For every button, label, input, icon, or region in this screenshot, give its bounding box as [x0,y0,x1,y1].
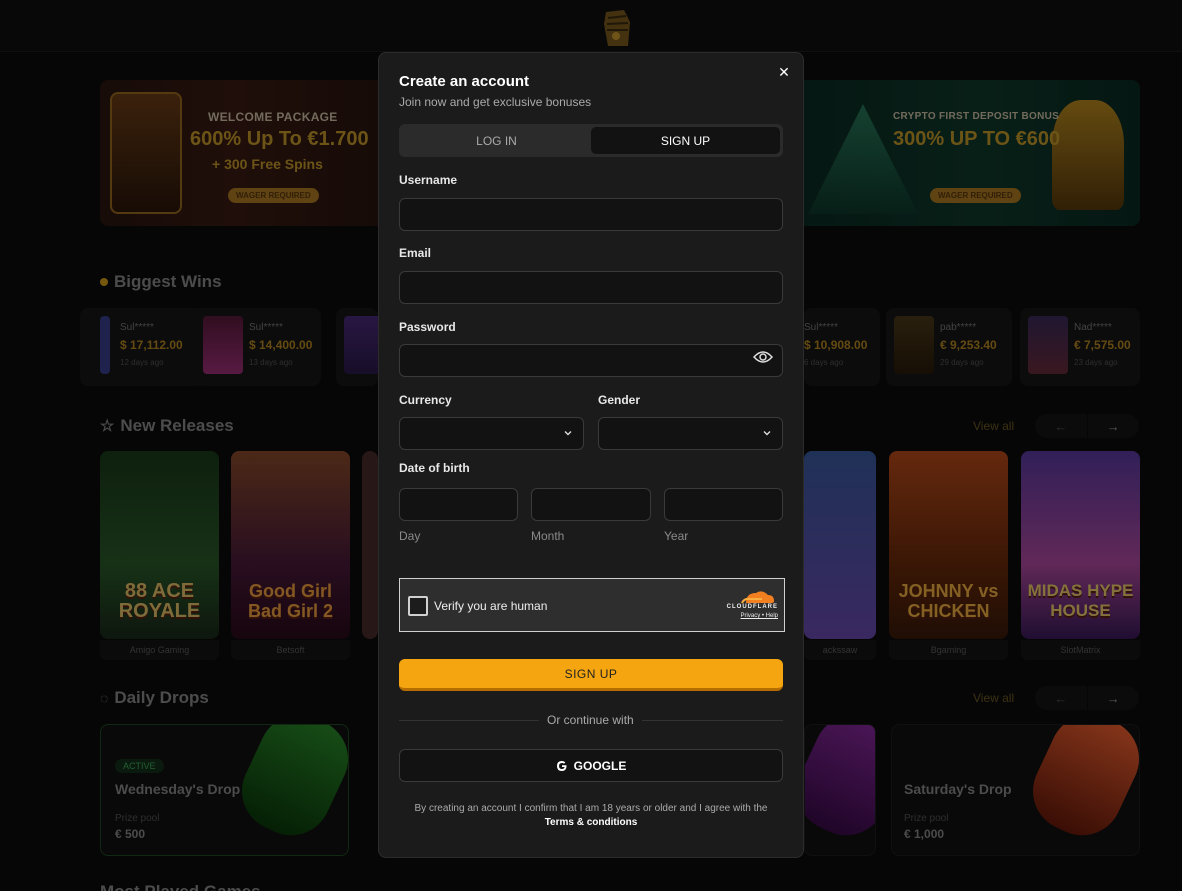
modal-title: Create an account [399,73,530,90]
gender-select[interactable] [598,417,783,450]
captcha-text: Verify you are human [434,599,548,613]
password-input[interactable] [399,344,783,377]
username-label: Username [399,173,458,187]
currency-label: Currency [399,393,452,407]
terms-text: By creating an account I confirm that I … [414,803,768,828]
password-label: Password [399,320,456,334]
dob-year-input[interactable] [664,488,783,521]
signup-button[interactable]: SIGN UP [399,659,783,691]
chevron-down-icon [564,431,572,436]
auth-tabs: LOG IN SIGN UP [399,124,783,157]
dob-year-label: Year [664,529,689,543]
chevron-down-icon [763,431,771,436]
google-button[interactable]: GOOGLE [399,749,783,782]
email-input[interactable] [399,271,783,304]
terms-link[interactable]: Terms & conditions [545,817,638,828]
dob-month-label: Month [531,529,565,543]
dob-day-label: Day [399,529,421,543]
cloudflare-brand: CLOUDFLARE [726,604,778,610]
signup-modal: ✕ Create an account Join now and get exc… [378,52,804,858]
dob-month-input[interactable] [531,488,651,521]
captcha-checkbox[interactable] [408,596,428,616]
modal-subtitle: Join now and get exclusive bonuses [399,95,592,109]
close-icon[interactable]: ✕ [777,65,791,79]
tab-login[interactable]: LOG IN [402,127,591,154]
gender-label: Gender [598,393,641,407]
username-input[interactable] [399,198,783,231]
currency-select[interactable] [399,417,584,450]
captcha-links[interactable]: Privacy • Help [741,613,778,619]
tab-signup[interactable]: SIGN UP [591,127,780,154]
google-icon [556,760,567,771]
dob-day-input[interactable] [399,488,518,521]
or-continue-text: Or continue with [539,713,642,727]
captcha-widget: Verify you are human CLOUDFLARE Privacy … [399,578,785,632]
eye-icon[interactable] [753,350,773,364]
email-label: Email [399,246,432,260]
dob-label: Date of birth [399,461,470,475]
google-button-label: GOOGLE [573,758,627,773]
